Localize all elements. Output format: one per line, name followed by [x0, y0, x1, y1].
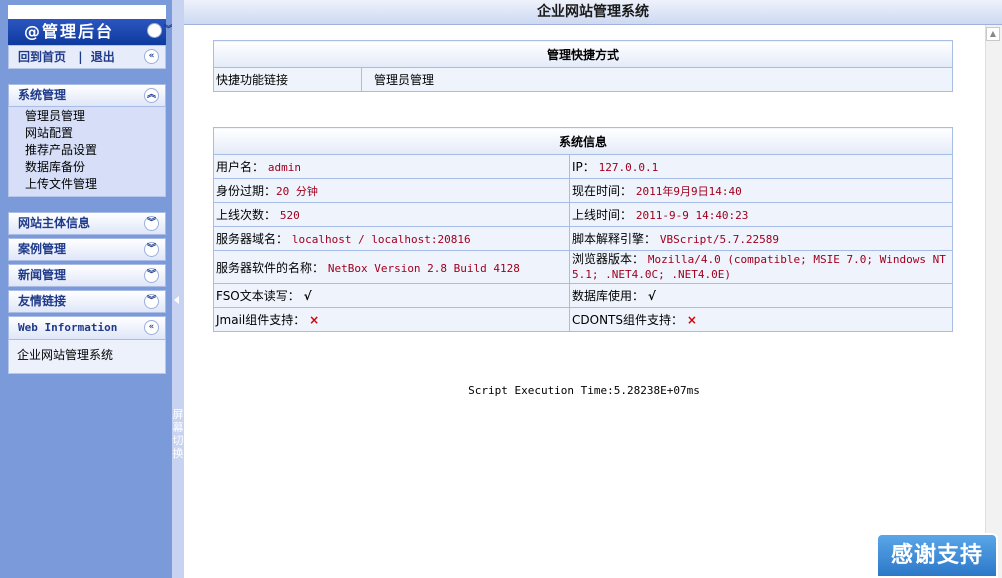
info-value: 2011年9月9日14:40	[635, 185, 742, 198]
section-news-header[interactable]: 新闻管理 ︾	[8, 264, 166, 287]
web-info-text: 企业网站管理系统	[17, 348, 114, 362]
table-row: FSO文本读写： √ 数据库使用： √	[213, 283, 953, 308]
section-links-title: 友情链接	[18, 294, 67, 308]
system-submenu: 管理员管理 网站配置 推荐产品设置 数据库备份 上传文件管理	[8, 107, 166, 197]
info-label: IP：	[572, 160, 595, 174]
info-label: 服务器软件的名称：	[216, 260, 325, 275]
cross-icon: ×	[686, 313, 697, 327]
info-label: 数据库使用：	[572, 289, 645, 303]
admin-header-box: @管理后台 ︾ 回到首页 | 退出 «	[8, 5, 173, 69]
chevrons-down-icon[interactable]: ︾	[144, 216, 159, 231]
thanks-banner[interactable]: 感谢支持	[876, 533, 998, 578]
chevrons-down-icon[interactable]: ︾	[147, 23, 173, 38]
section-cases-title: 案例管理	[18, 242, 67, 256]
section-news-title: 新闻管理	[18, 268, 67, 282]
info-label: 身份过期：	[216, 184, 277, 198]
section-web-info-header[interactable]: Web Information «	[8, 316, 166, 340]
chevrons-down-icon[interactable]: ︾	[144, 268, 159, 283]
section-site-info-header[interactable]: 网站主体信息 ︾	[8, 212, 166, 235]
info-value: 127.0.0.1	[598, 161, 659, 174]
section-links-header[interactable]: 友情链接 ︾	[8, 290, 166, 313]
table-row: 服务器域名： localhost / localhost:20816 脚本解释引…	[213, 226, 953, 251]
table-row: 身份过期：20 分钟 现在时间： 2011年9月9日14:40	[213, 178, 953, 203]
info-label: 服务器域名：	[216, 232, 289, 246]
admin-title: @管理后台 ︾	[8, 19, 173, 45]
shortcut-link-admin[interactable]: 管理员管理	[361, 67, 953, 92]
info-value: 2011-9-9 14:40:23	[635, 209, 749, 222]
menu-item-recommend-products[interactable]: 推荐产品设置	[25, 142, 165, 159]
info-value: localhost / localhost:20816	[291, 233, 471, 246]
info-label: 上线时间：	[572, 208, 633, 222]
web-info-body: 企业网站管理系统	[8, 340, 166, 374]
menu-item-site-config[interactable]: 网站配置	[25, 125, 165, 142]
cross-icon: ×	[309, 313, 320, 327]
system-info-header: 系统信息	[213, 127, 953, 155]
home-link[interactable]: 回到首页	[18, 50, 66, 64]
section-system-title: 系统管理	[18, 88, 67, 102]
info-value: admin	[267, 161, 301, 174]
section-site-info-title: 网站主体信息	[18, 216, 91, 230]
menu-item-upload-files[interactable]: 上传文件管理	[25, 176, 165, 193]
chevrons-down-icon[interactable]: ︾	[144, 294, 159, 309]
menu-item-admin-manage[interactable]: 管理员管理	[25, 108, 165, 125]
info-value: 520	[279, 209, 300, 222]
info-value: VBScript/5.7.22589	[659, 233, 780, 246]
screen-toggle-bar[interactable]	[172, 0, 184, 578]
shortcuts-table: 管理快捷方式 快捷功能链接 管理员管理	[213, 40, 953, 92]
chevrons-down-icon[interactable]: ︾	[144, 242, 159, 257]
table-row: 服务器软件的名称： NetBox Version 2.8 Build 4128 …	[213, 250, 953, 284]
section-web-info-title: Web Information	[18, 321, 118, 334]
table-row: 上线次数： 520 上线时间： 2011-9-9 14:40:23	[213, 202, 953, 227]
home-links-bar: 回到首页 | 退出 «	[8, 45, 166, 69]
triangle-left-icon[interactable]	[174, 296, 179, 304]
info-label: 上线次数：	[216, 208, 277, 222]
info-label: 浏览器版本：	[572, 252, 645, 266]
check-icon: √	[647, 289, 656, 303]
table-row: 用户名： admin IP： 127.0.0.1	[213, 154, 953, 179]
vertical-scrollbar[interactable]	[985, 25, 1002, 578]
info-label: FSO文本读写：	[216, 289, 300, 303]
scroll-up-arrow-icon[interactable]: ▲	[986, 27, 1000, 41]
section-system-header[interactable]: 系统管理 ︽	[8, 84, 166, 107]
table-row: Jmail组件支持： × CDONTS组件支持： ×	[213, 307, 953, 332]
page-title: 企业网站管理系统	[184, 0, 1002, 25]
info-label: 现在时间：	[572, 184, 633, 198]
menu-item-db-backup[interactable]: 数据库备份	[25, 159, 165, 176]
chevrons-up-icon[interactable]: ︽	[144, 88, 159, 103]
admin-title-text: @管理后台	[24, 22, 115, 41]
logout-link[interactable]: 退出	[91, 50, 115, 64]
shortcuts-header: 管理快捷方式	[213, 40, 953, 68]
info-label: Jmail组件支持：	[216, 313, 306, 327]
system-info-table: 系统信息 用户名： admin IP： 127.0.0.1 身份过期：20 分钟…	[213, 127, 953, 332]
shortcuts-label: 快捷功能链接	[213, 67, 362, 92]
check-icon: √	[303, 289, 312, 303]
chevrons-left-icon[interactable]: «	[144, 49, 159, 64]
chevrons-left-icon[interactable]: «	[144, 320, 159, 335]
screen-toggle-text[interactable]: 屏幕切换	[172, 408, 184, 460]
section-cases-header[interactable]: 案例管理 ︾	[8, 238, 166, 261]
info-label: 用户名：	[216, 160, 265, 174]
info-value: NetBox Version 2.8 Build 4128	[327, 261, 520, 275]
info-label: CDONTS组件支持：	[572, 313, 683, 327]
link-separator: |	[78, 50, 83, 64]
script-execution-time: Script Execution Time:5.28238E+07ms	[468, 384, 700, 397]
info-label: 脚本解释引擎：	[572, 232, 657, 246]
info-value: 20 分钟	[276, 185, 318, 198]
left-menu: @管理后台 ︾ 回到首页 | 退出 « 系统管理 ︽ 管理员管理 网站配置 推荐…	[0, 0, 173, 578]
